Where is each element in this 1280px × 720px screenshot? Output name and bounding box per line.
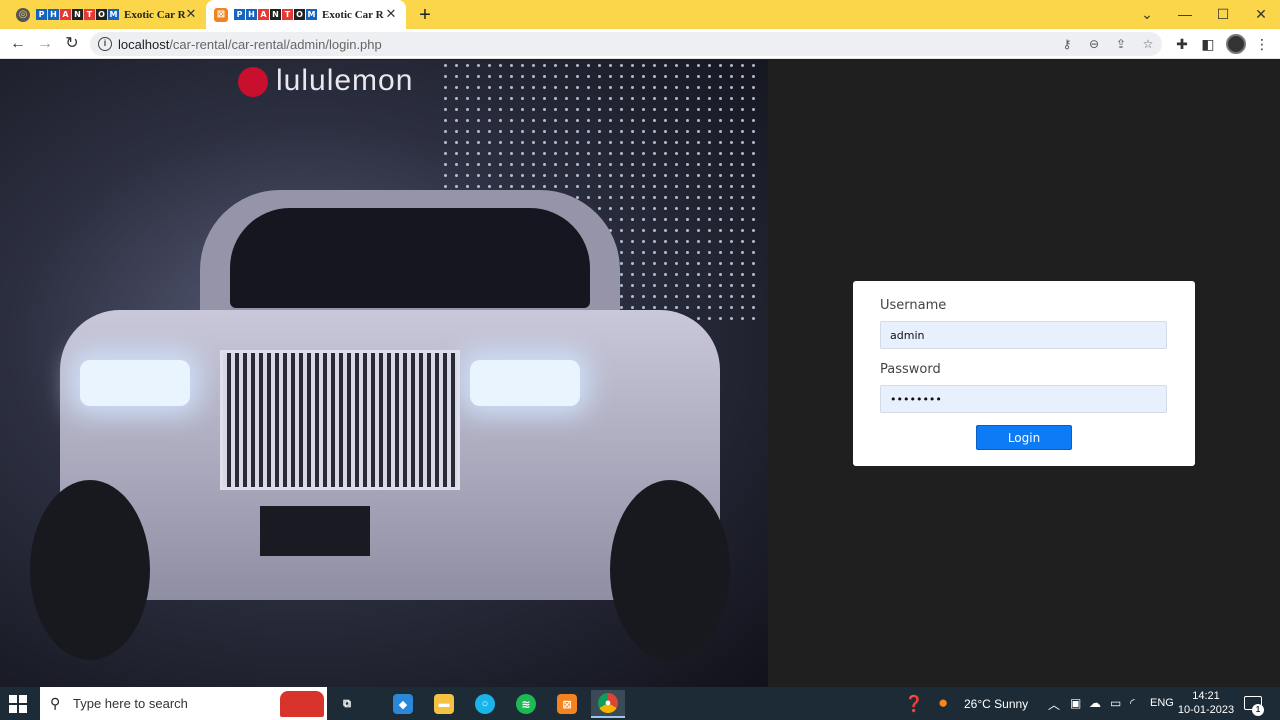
windows-start-icon[interactable] bbox=[9, 695, 27, 713]
share-icon[interactable]: ⇪ bbox=[1112, 35, 1130, 53]
onedrive-cloud-icon[interactable]: ☁ bbox=[1089, 696, 1101, 710]
hero-car-image: lululemon bbox=[0, 60, 768, 687]
address-bar-row: ← → ↻ i localhost/car-rental/car-rental/… bbox=[0, 29, 1280, 59]
minimize-icon[interactable]: — bbox=[1166, 0, 1204, 29]
phantom-logo: P H A N T O M bbox=[36, 9, 120, 20]
store-sign: lululemon bbox=[238, 64, 413, 98]
lululemon-logo-icon bbox=[238, 67, 268, 98]
tab-strip: ◎ P H A N T O M Exotic Car Rental ✕ ⊠ P … bbox=[0, 0, 1280, 29]
bookmark-star-icon[interactable]: ☆ bbox=[1139, 35, 1157, 53]
key-icon[interactable]: ⚷ bbox=[1058, 35, 1076, 53]
clock-time: 14:21 bbox=[1192, 690, 1220, 702]
azure-data-studio-icon[interactable]: ◆ bbox=[386, 690, 420, 718]
password-label: Password bbox=[880, 362, 941, 377]
language-indicator[interactable]: ENG bbox=[1150, 697, 1174, 709]
address-bar[interactable]: i localhost/car-rental/car-rental/admin/… bbox=[90, 32, 1162, 56]
search-highlight-icon bbox=[280, 691, 324, 717]
wifi-icon[interactable]: ◜ bbox=[1130, 696, 1135, 710]
xampp-icon: ⊠ bbox=[214, 7, 228, 22]
reload-icon[interactable]: ↻ bbox=[61, 33, 83, 55]
chrome-icon[interactable]: ● bbox=[591, 690, 625, 718]
close-icon[interactable]: ✕ bbox=[184, 7, 198, 21]
search-icon: ⚲ bbox=[50, 695, 61, 711]
battery-icon[interactable]: ▭ bbox=[1110, 696, 1121, 710]
car-headlight bbox=[470, 360, 580, 406]
car bbox=[30, 190, 740, 670]
page-content: lululemon Username Password Login bbox=[0, 60, 1280, 687]
zoom-icon[interactable]: ⊖ bbox=[1085, 35, 1103, 53]
username-field[interactable] bbox=[880, 321, 1167, 349]
search-placeholder: Type here to search bbox=[73, 696, 188, 711]
site-info-icon[interactable]: i bbox=[98, 37, 112, 51]
tab-search-icon[interactable]: ⌄ bbox=[1128, 0, 1166, 29]
globe-icon: ◎ bbox=[16, 7, 30, 22]
meet-now-icon[interactable]: ▣ bbox=[1070, 696, 1081, 710]
taskbar: ⚲ Type here to search ⧉ ◆ ▬ ○ ≋ ⊠ ● ❓ ● … bbox=[0, 687, 1280, 720]
new-tab-icon[interactable]: + bbox=[414, 4, 436, 26]
menu-icon[interactable]: ⋮ bbox=[1252, 34, 1272, 54]
close-icon[interactable]: ✕ bbox=[384, 7, 398, 21]
back-icon[interactable]: ← bbox=[7, 33, 29, 55]
browser-tab-1[interactable]: ◎ P H A N T O M Exotic Car Rental ✕ bbox=[8, 0, 206, 29]
file-explorer-icon[interactable]: ▬ bbox=[427, 690, 461, 718]
car-plate bbox=[260, 506, 370, 556]
phantom-logo: P H A N T O M bbox=[234, 9, 318, 20]
task-view-icon[interactable]: ⧉ bbox=[330, 690, 364, 718]
tab-title: Exotic Car Rental bbox=[124, 8, 186, 21]
clock-date: 10-01-2023 bbox=[1177, 704, 1235, 716]
xampp-icon[interactable]: ⊠ bbox=[550, 690, 584, 718]
window-close-icon[interactable]: ✕ bbox=[1242, 0, 1280, 29]
tab-title: Exotic Car Rental bbox=[322, 8, 384, 21]
forward-icon[interactable]: → bbox=[34, 33, 56, 55]
taskbar-search[interactable]: ⚲ Type here to search bbox=[40, 687, 327, 720]
browser-tab-2[interactable]: ⊠ P H A N T O M Exotic Car Rental ✕ bbox=[206, 0, 406, 29]
url-text[interactable]: localhost/car-rental/car-rental/admin/lo… bbox=[118, 37, 382, 52]
side-panel-icon[interactable]: ◧ bbox=[1198, 34, 1218, 54]
help-icon[interactable]: ❓ bbox=[904, 694, 924, 714]
spotify-icon[interactable]: ≋ bbox=[509, 690, 543, 718]
car-wheel bbox=[610, 480, 730, 660]
car-headlight bbox=[80, 360, 190, 406]
profile-avatar[interactable] bbox=[1226, 34, 1246, 54]
username-label: Username bbox=[880, 298, 947, 313]
chevron-up-icon[interactable]: ︿ bbox=[1048, 696, 1060, 713]
maximize-icon[interactable]: ☐ bbox=[1204, 0, 1242, 29]
amazon-alexa-icon[interactable]: ○ bbox=[468, 690, 502, 718]
login-button[interactable]: Login bbox=[976, 425, 1072, 450]
car-windshield bbox=[230, 208, 590, 308]
clock[interactable]: 14:21 10-01-2023 bbox=[1176, 689, 1236, 717]
car-wheel bbox=[30, 480, 150, 660]
weather-sun-icon[interactable]: ● bbox=[938, 693, 948, 713]
login-form: Username Password Login bbox=[853, 281, 1195, 466]
car-grille bbox=[220, 350, 460, 490]
password-field[interactable] bbox=[880, 385, 1167, 413]
extensions-icon[interactable]: ✚ bbox=[1172, 34, 1192, 54]
weather-text[interactable]: 26°C Sunny bbox=[964, 697, 1028, 711]
notification-badge: 1 bbox=[1252, 704, 1264, 716]
